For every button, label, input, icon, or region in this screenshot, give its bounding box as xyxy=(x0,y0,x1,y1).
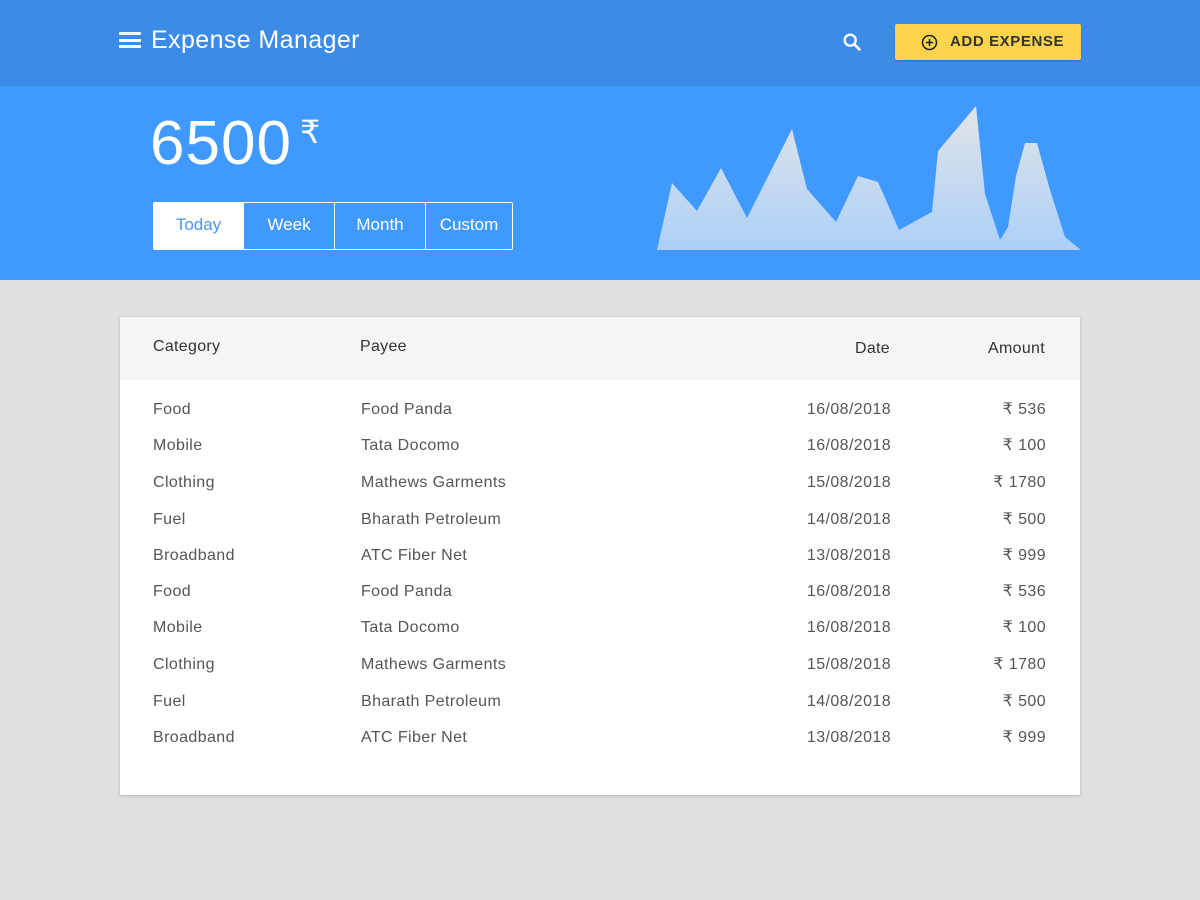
cell-payee: ATC Fiber Net xyxy=(361,547,468,564)
cell-payee: Food Panda xyxy=(361,401,453,418)
cell-date: 13/08/2018 xyxy=(806,547,891,564)
cell-category: Broadband xyxy=(153,729,235,746)
cell-date: 16/08/2018 xyxy=(806,583,891,600)
cell-date: 16/08/2018 xyxy=(806,619,891,636)
cell-category: Fuel xyxy=(153,511,186,528)
cell-payee: Tata Docomo xyxy=(361,619,460,636)
header-payee[interactable]: Payee xyxy=(360,338,407,356)
total-amount: 6500 xyxy=(150,109,292,178)
cell-category: Broadband xyxy=(153,547,235,564)
cell-category: Mobile xyxy=(153,619,203,636)
cell-amount: ₹ 1780 xyxy=(993,656,1046,673)
cell-date: 15/08/2018 xyxy=(806,474,891,491)
cell-category: Clothing xyxy=(153,656,215,673)
tab-month[interactable]: Month xyxy=(335,203,426,249)
table-row[interactable]: Clothing Mathews Garments 15/08/2018 ₹ 1… xyxy=(120,647,1080,683)
expenses-table: Category Payee Date Amount Food Food Pan… xyxy=(120,317,1080,795)
cell-amount: ₹ 100 xyxy=(1002,619,1046,636)
cell-category: Fuel xyxy=(153,693,186,710)
cell-date: 14/08/2018 xyxy=(806,693,891,710)
header-category[interactable]: Category xyxy=(153,338,220,356)
cell-amount: ₹ 999 xyxy=(1002,547,1046,564)
expense-trend-chart xyxy=(657,106,1081,250)
tab-custom[interactable]: Custom xyxy=(426,203,512,249)
table-row[interactable]: Mobile Tata Docomo 16/08/2018 ₹ 100 xyxy=(120,610,1080,646)
cell-payee: Mathews Garments xyxy=(361,474,507,491)
app-title: Expense Manager xyxy=(151,26,360,54)
add-expense-button[interactable]: ADD EXPENSE xyxy=(895,24,1081,60)
cell-payee: Mathews Garments xyxy=(361,656,507,673)
trend-area xyxy=(657,106,1081,250)
table-row[interactable]: Food Food Panda 16/08/2018 ₹ 536 xyxy=(120,574,1080,610)
cell-category: Food xyxy=(153,401,192,418)
cell-amount: ₹ 100 xyxy=(1002,437,1046,454)
cell-date: 16/08/2018 xyxy=(806,437,891,454)
cell-category: Mobile xyxy=(153,437,203,454)
tab-today[interactable]: Today xyxy=(154,203,244,249)
add-circle-icon xyxy=(921,34,938,51)
table-row[interactable]: Fuel Bharath Petroleum 14/08/2018 ₹ 500 xyxy=(120,684,1080,720)
table-row[interactable]: Food Food Panda 16/08/2018 ₹ 536 xyxy=(120,392,1080,428)
cell-payee: Food Panda xyxy=(361,583,453,600)
cell-payee: ATC Fiber Net xyxy=(361,729,468,746)
currency-symbol: ₹ xyxy=(300,114,321,150)
search-icon[interactable] xyxy=(841,31,863,53)
table-header: Category Payee Date Amount xyxy=(120,317,1080,380)
menu-icon[interactable] xyxy=(119,32,141,48)
cell-category: Food xyxy=(153,583,192,600)
header-amount[interactable]: Amount xyxy=(988,340,1045,358)
cell-payee: Tata Docomo xyxy=(361,437,460,454)
cell-amount: ₹ 999 xyxy=(1002,729,1046,746)
cell-category: Clothing xyxy=(153,474,215,491)
cell-payee: Bharath Petroleum xyxy=(361,511,502,528)
cell-date: 15/08/2018 xyxy=(806,656,891,673)
tab-week[interactable]: Week xyxy=(244,203,335,249)
cell-date: 14/08/2018 xyxy=(806,511,891,528)
cell-amount: ₹ 500 xyxy=(1002,693,1046,710)
cell-date: 16/08/2018 xyxy=(806,401,891,418)
table-row[interactable]: Clothing Mathews Garments 15/08/2018 ₹ 1… xyxy=(120,465,1080,501)
cell-payee: Bharath Petroleum xyxy=(361,693,502,710)
app-bar: Expense Manager ADD EXPENSE xyxy=(0,0,1200,86)
table-row[interactable]: Fuel Bharath Petroleum 14/08/2018 ₹ 500 xyxy=(120,502,1080,538)
table-row[interactable]: Broadband ATC Fiber Net 13/08/2018 ₹ 999 xyxy=(120,720,1080,756)
table-row[interactable]: Mobile Tata Docomo 16/08/2018 ₹ 100 xyxy=(120,428,1080,464)
cell-date: 13/08/2018 xyxy=(806,729,891,746)
table-row[interactable]: Broadband ATC Fiber Net 13/08/2018 ₹ 999 xyxy=(120,538,1080,574)
cell-amount: ₹ 536 xyxy=(1002,583,1046,600)
cell-amount: ₹ 500 xyxy=(1002,511,1046,528)
total-display: 6500 ₹ xyxy=(150,108,320,180)
header-date[interactable]: Date xyxy=(855,340,890,358)
date-range-tabs: Today Week Month Custom xyxy=(153,202,513,250)
add-expense-label: ADD EXPENSE xyxy=(950,33,1065,50)
cell-amount: ₹ 1780 xyxy=(993,474,1046,491)
cell-amount: ₹ 536 xyxy=(1002,401,1046,418)
